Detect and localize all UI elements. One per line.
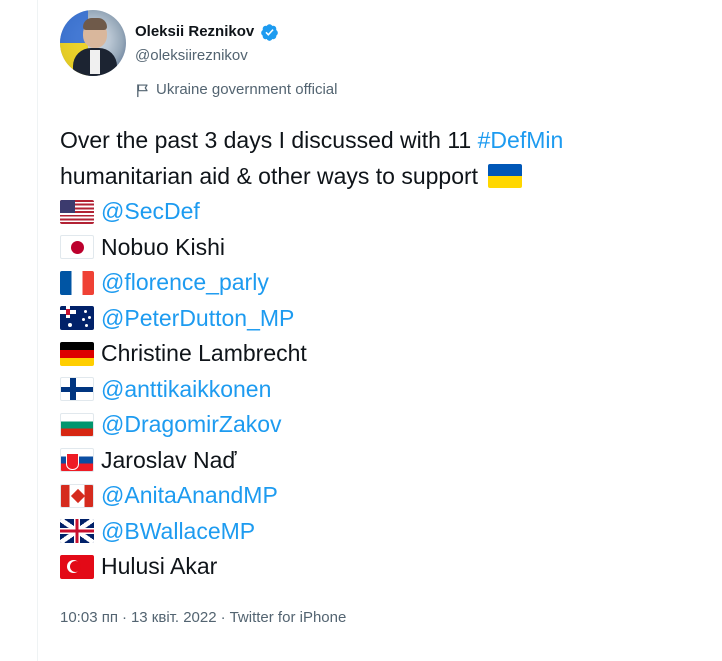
- author-name-line: Oleksii Reznikov: [135, 22, 279, 42]
- government-label-text: Ukraine government official: [156, 81, 338, 98]
- tweet-intro-prefix: Over the past 3 days I discussed with 11: [60, 127, 478, 153]
- tweet-time[interactable]: 10:03 пп: [60, 608, 118, 628]
- tweet-text: Over the past 3 days I discussed with 11…: [60, 123, 700, 585]
- list-item: Jaroslav Naď: [60, 443, 700, 479]
- tweet-meta: 10:03 пп · 13 квіт. 2022 · Twitter for i…: [60, 608, 346, 628]
- verified-badge-icon: [260, 23, 279, 42]
- mention-bwallacemp[interactable]: @BWallaceMP: [101, 514, 255, 550]
- list-item: @DragomirZakov: [60, 407, 700, 443]
- flag-france-icon: [60, 270, 94, 295]
- flag-bulgaria-icon: [60, 412, 94, 437]
- tweet-intro-line-1: Over the past 3 days I discussed with 11…: [60, 123, 700, 159]
- flag-finland-icon: [60, 377, 94, 402]
- list-item: Hulusi Akar: [60, 549, 700, 585]
- list-item: @AnitaAnandMP: [60, 478, 700, 514]
- name-jaroslav-nad: Jaroslav Naď: [101, 446, 237, 473]
- author-handle[interactable]: @oleksiireznikov: [135, 46, 248, 66]
- tweet-container: Oleksii Reznikov @oleksiireznikov Ukrain…: [37, 0, 722, 661]
- flag-ukraine-icon: [488, 164, 523, 189]
- tweet-source[interactable]: Twitter for iPhone: [230, 608, 347, 628]
- list-item: @florence_parly: [60, 265, 700, 301]
- list-item: @anttikaikkonen: [60, 372, 700, 408]
- list-item: @BWallaceMP: [60, 514, 700, 550]
- mention-dragomirzakov[interactable]: @DragomirZakov: [101, 407, 282, 443]
- flag-japan-icon: [60, 235, 94, 260]
- flag-slovakia-icon: [60, 448, 94, 473]
- mention-secdef[interactable]: @SecDef: [101, 194, 200, 230]
- flag-germany-icon: [60, 341, 94, 366]
- tweet-header: Oleksii Reznikov @oleksiireznikov Ukrain…: [60, 10, 700, 100]
- flag-usa-icon: [60, 199, 94, 224]
- name-nobuo-kishi: Nobuo Kishi: [101, 233, 226, 260]
- list-item: @PeterDutton_MP: [60, 301, 700, 337]
- tweet-intro-text: humanitarian aid & other ways to support: [60, 162, 479, 189]
- mention-anttikaikkonen[interactable]: @anttikaikkonen: [101, 372, 271, 408]
- list-item: Christine Lambrecht: [60, 336, 700, 372]
- government-flag-icon: [135, 83, 150, 98]
- flag-turkey-icon: [60, 554, 94, 579]
- meta-separator: ·: [220, 609, 226, 626]
- list-item: Nobuo Kishi: [60, 230, 700, 266]
- name-hulusi-akar: Hulusi Akar: [101, 553, 218, 579]
- author-name[interactable]: Oleksii Reznikov: [135, 22, 254, 42]
- name-christine-lambrecht: Christine Lambrecht: [101, 340, 307, 366]
- list-item: @SecDef: [60, 194, 700, 230]
- avatar[interactable]: [60, 10, 126, 76]
- flag-uk-icon: [60, 519, 94, 544]
- flag-australia-icon: [60, 306, 94, 331]
- mention-florence-parly[interactable]: @florence_parly: [101, 265, 269, 301]
- flag-canada-icon: [60, 483, 94, 508]
- hashtag-defmin[interactable]: #DefMin: [478, 123, 564, 159]
- meta-separator: ·: [121, 609, 127, 626]
- tweet-date[interactable]: 13 квіт. 2022: [131, 608, 217, 628]
- mention-anitaanandmp[interactable]: @AnitaAnandMP: [101, 478, 278, 514]
- mention-peterdutton-mp[interactable]: @PeterDutton_MP: [101, 301, 294, 337]
- tweet-intro-line-2: humanitarian aid & other ways to support: [60, 159, 700, 195]
- government-label[interactable]: Ukraine government official: [135, 80, 337, 100]
